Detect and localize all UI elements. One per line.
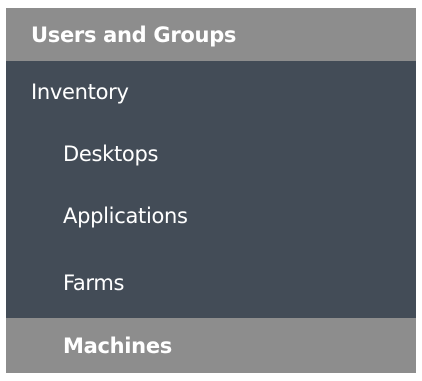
sidebar-nav: Users and Groups Inventory Desktops Appl…: [6, 8, 416, 373]
nav-section-label: Inventory: [31, 80, 129, 104]
nav-section-inventory[interactable]: Inventory: [6, 61, 416, 123]
nav-item-label: Machines: [63, 333, 172, 358]
nav-item-applications[interactable]: Applications: [6, 185, 416, 247]
nav-item-label: Applications: [63, 204, 188, 228]
nav-item-users-and-groups[interactable]: Users and Groups: [6, 8, 416, 61]
nav-item-label: Farms: [63, 270, 125, 295]
nav-item-label: Desktops: [63, 142, 159, 166]
nav-item-machines[interactable]: Machines: [6, 318, 416, 373]
nav-item-desktops[interactable]: Desktops: [6, 123, 416, 185]
nav-item-farms[interactable]: Farms: [6, 247, 416, 318]
nav-item-label: Users and Groups: [31, 22, 237, 47]
